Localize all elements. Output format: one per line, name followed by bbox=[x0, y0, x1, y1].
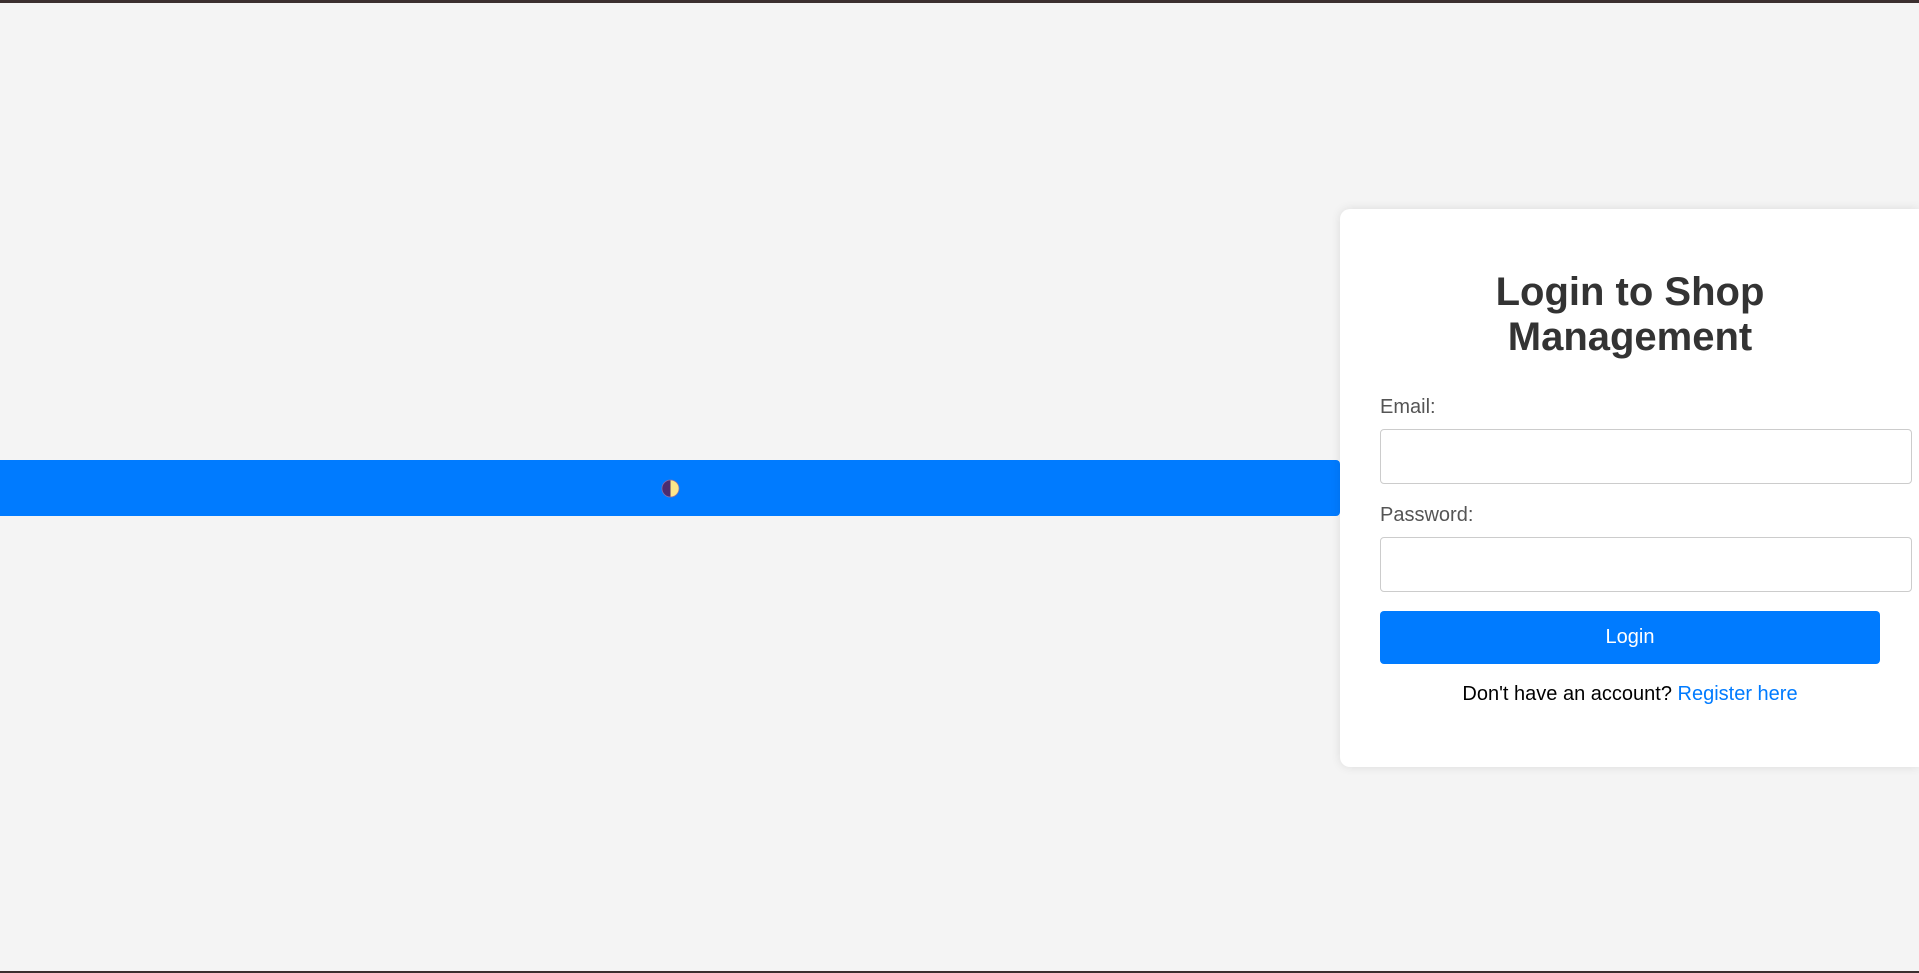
register-prompt-text: Don't have an account? bbox=[1462, 683, 1672, 705]
email-label: Email: bbox=[1380, 396, 1436, 418]
register-prompt-row: Don't have an account? Register here bbox=[1380, 682, 1880, 706]
register-link[interactable]: Register here bbox=[1678, 683, 1798, 705]
email-field[interactable] bbox=[1380, 429, 1912, 484]
login-button[interactable]: Login bbox=[1380, 611, 1880, 664]
password-field[interactable] bbox=[1380, 537, 1912, 592]
login-title: Login to Shop Management bbox=[1495, 270, 1765, 359]
window-top-border bbox=[0, 0, 1919, 3]
half-moon-icon[interactable] bbox=[661, 479, 680, 498]
password-label: Password: bbox=[1380, 504, 1474, 526]
